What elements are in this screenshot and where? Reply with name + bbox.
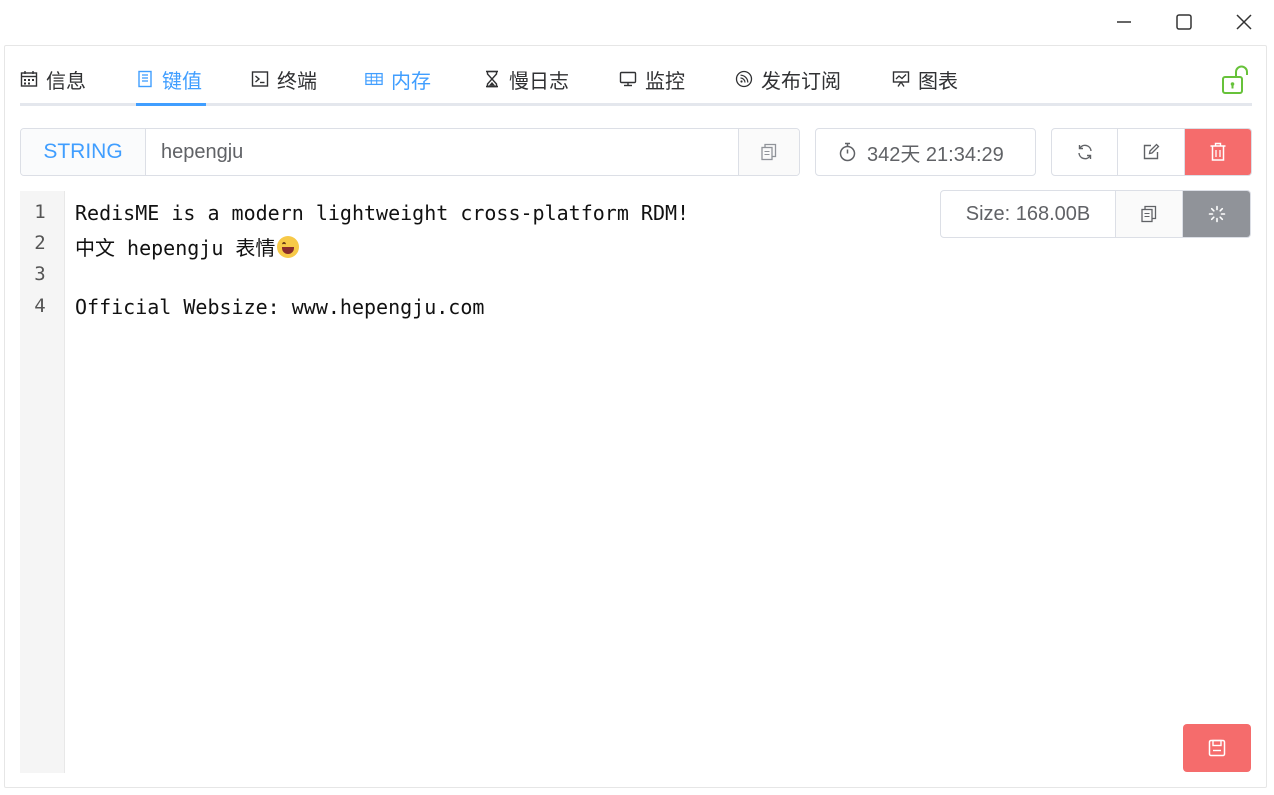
maximize-button[interactable] xyxy=(1161,6,1207,38)
tab-label: 内存 xyxy=(391,70,431,93)
edit-button[interactable] xyxy=(1118,129,1185,175)
tab-terminal[interactable]: 终端 xyxy=(251,52,317,106)
line-number: 4 xyxy=(34,295,46,317)
hourglass-icon xyxy=(486,70,498,88)
chart-icon xyxy=(892,71,910,87)
copy-icon xyxy=(1141,205,1157,223)
value-editor[interactable]: 1 2 3 4 RedisME is a modern lightweight … xyxy=(20,191,1252,773)
code-line-text: 中文 hepengju 表情 xyxy=(75,236,276,260)
tab-memory[interactable]: 内存 xyxy=(365,52,431,106)
delete-button[interactable] xyxy=(1184,129,1251,175)
terminal-icon xyxy=(251,71,269,87)
grinning-face-emoji-icon xyxy=(277,236,300,258)
line-number-gutter: 1 2 3 4 xyxy=(20,191,65,773)
copy-key-button[interactable] xyxy=(738,129,799,175)
active-tab-indicator xyxy=(136,103,206,106)
tab-info[interactable]: 信息 xyxy=(20,52,86,106)
ttl-value: 342天 21:34:29 xyxy=(867,143,1004,166)
key-type-label: STRING xyxy=(21,129,146,175)
tab-label: 信息 xyxy=(46,70,86,93)
line-number: 1 xyxy=(34,201,46,223)
code-line: RedisME is a modern lightweight cross-pl… xyxy=(75,201,690,225)
copy-value-button[interactable] xyxy=(1116,191,1183,237)
line-number: 3 xyxy=(34,263,46,285)
document-icon xyxy=(138,70,152,88)
minimize-icon xyxy=(1117,21,1131,23)
tab-slow-log[interactable]: 慢日志 xyxy=(483,52,569,106)
tab-label: 慢日志 xyxy=(509,70,569,93)
code-line: 中文 hepengju 表情 xyxy=(75,232,300,261)
rss-icon xyxy=(735,70,753,88)
lock-button[interactable] xyxy=(1220,64,1252,96)
tab-chart[interactable]: 图表 xyxy=(892,52,958,106)
table-icon xyxy=(365,72,383,86)
title-bar xyxy=(0,0,1274,44)
calendar-icon xyxy=(20,71,38,87)
tab-bar: 信息 键值 终端 内存 慢日志 监控 发布订阅 图表 xyxy=(20,52,1252,106)
save-button[interactable] xyxy=(1183,724,1251,772)
key-name-group: STRING xyxy=(20,128,800,176)
save-icon xyxy=(1208,739,1226,757)
close-button[interactable] xyxy=(1221,6,1267,38)
trash-icon xyxy=(1210,142,1226,161)
ttl-button[interactable]: 342天 21:34:29 xyxy=(815,128,1036,176)
key-actions-group xyxy=(1051,128,1252,176)
minimize-button[interactable] xyxy=(1101,6,1147,38)
tab-label: 发布订阅 xyxy=(761,70,841,93)
value-size: Size: 168.00B xyxy=(941,191,1116,237)
stopwatch-icon xyxy=(839,142,856,162)
main-panel: 信息 键值 终端 内存 慢日志 监控 发布订阅 图表 STRING hepeng… xyxy=(4,45,1267,788)
edit-icon xyxy=(1143,143,1160,160)
close-icon xyxy=(1236,14,1252,30)
ttl-display: 342天 21:34:29 xyxy=(816,129,1026,175)
value-toolbar: Size: 168.00B xyxy=(940,190,1251,238)
loading-icon xyxy=(1208,205,1225,223)
code-line: Official Websize: www.hepengju.com xyxy=(75,295,485,319)
copy-icon xyxy=(761,143,777,161)
monitor-icon xyxy=(619,71,637,87)
tab-label: 监控 xyxy=(645,70,685,93)
refresh-icon xyxy=(1077,144,1092,160)
format-button[interactable] xyxy=(1183,191,1250,237)
line-number: 2 xyxy=(34,232,46,254)
tab-pubsub[interactable]: 发布订阅 xyxy=(735,52,841,106)
tab-label: 终端 xyxy=(277,70,317,93)
tab-key-value[interactable]: 键值 xyxy=(136,52,202,106)
unlock-icon xyxy=(1222,65,1248,94)
refresh-button[interactable] xyxy=(1052,129,1119,175)
tab-label: 键值 xyxy=(162,70,202,93)
key-name-input[interactable] xyxy=(146,129,738,175)
maximize-icon xyxy=(1176,14,1192,30)
tab-label: 图表 xyxy=(918,70,958,93)
tab-monitor[interactable]: 监控 xyxy=(619,52,685,106)
